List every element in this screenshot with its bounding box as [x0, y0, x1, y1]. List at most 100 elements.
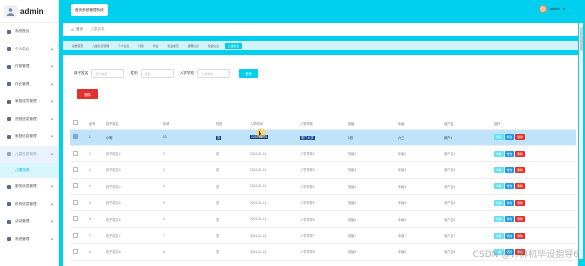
table-row[interactable]: 4 孩子姓名4 4 男 2024-01-13 入学学校4 班级4 年级4 用户名4 查看 修改 删除	[70, 178, 576, 196]
tab[interactable]: 个人信息	[115, 43, 132, 49]
home-button[interactable]: 首页系统管理系统	[71, 4, 108, 16]
user-icon	[7, 47, 11, 52]
table-cell: 1班	[345, 129, 395, 146]
sidebar-item-label: 活动管理	[15, 219, 30, 224]
username[interactable]: admin	[550, 7, 560, 11]
table-row[interactable]: 2 孩子姓名2 2 男 2024-01-13 入学学校2 班级2 年级2 用户名2 查看 修改 删除	[70, 145, 576, 163]
delete-button[interactable]: 删除	[515, 216, 525, 223]
table-row[interactable]: 1小明10男 2020-01-01厦门大学 1班六三用户1查看修改删除	[70, 129, 576, 146]
edit-button[interactable]: 修改	[504, 216, 515, 223]
column-header: 孩子姓名	[103, 118, 160, 130]
table-cell: 2024-01-13	[247, 145, 297, 163]
view-button[interactable]: 查看	[494, 134, 504, 141]
view-button[interactable]: 查看	[494, 183, 504, 190]
tab[interactable]: 家庭信息	[205, 43, 222, 49]
edit-button[interactable]: 修改	[504, 199, 515, 206]
breadcrumb-home[interactable]: 首页	[76, 27, 83, 32]
view-button[interactable]: 查看	[494, 232, 504, 239]
row-checkbox[interactable]	[73, 248, 78, 254]
sidebar-item[interactable]: 活动管理	[0, 213, 58, 231]
search-button[interactable]: 查询	[238, 69, 258, 78]
table-cell: 孩子姓名7	[103, 227, 160, 245]
name-filter-input[interactable]: 孩子姓名	[91, 69, 125, 78]
table-row[interactable]: 7 孩子姓名7 7 男 2024-01-13 入学学校7 班级7 年级7 用户名7 查看 修改 删除	[70, 227, 576, 245]
batch-delete-button[interactable]: 删除	[77, 89, 98, 99]
user-menu[interactable]: admin	[539, 5, 565, 13]
delete-button[interactable]: 删除	[515, 232, 525, 239]
edit-button[interactable]: 修改	[504, 166, 515, 173]
sidebar-item[interactable]: 进程信息管理	[0, 111, 58, 129]
table-row[interactable]: 3 孩子姓名3 3 男 2024-01-13 入学学校3 班级3 年级3 用户名3 查看 修改 删除	[70, 161, 576, 179]
delete-button[interactable]: 删除	[515, 166, 525, 173]
delete-button[interactable]: 删除	[515, 150, 525, 157]
edit-button[interactable]: 修改	[504, 134, 515, 141]
row-checkbox[interactable]	[73, 150, 78, 156]
pin-icon	[7, 99, 11, 104]
chevron-down-icon	[50, 202, 54, 205]
table-cell: 入学学校4	[297, 178, 345, 196]
row-checkbox[interactable]	[73, 134, 78, 140]
table-cell: 年级3	[395, 161, 441, 179]
row-checkbox[interactable]	[73, 166, 78, 172]
row-checkbox[interactable]	[73, 216, 78, 222]
sidebar-item-label: 儿童信息	[15, 168, 30, 172]
edit-button[interactable]: 修改	[504, 232, 515, 239]
tab[interactable]: 作业	[150, 43, 162, 49]
view-button[interactable]: 查看	[494, 216, 504, 223]
tab[interactable]: 家庭成员	[164, 43, 181, 49]
sidebar-item[interactable]: 个人中心	[0, 41, 58, 59]
chevron-down-icon	[50, 99, 54, 103]
gender-filter-input[interactable]: 性别	[140, 69, 174, 78]
tab[interactable]: 儿童信息	[225, 42, 243, 49]
column-header: 序号	[86, 118, 103, 130]
table-cell: 6	[86, 210, 103, 228]
delete-button[interactable]: 删除	[515, 134, 525, 141]
table-row[interactable]: 6 孩子姓名6 6 男 2024-01-13 入学学校6 班级6 年级6 用户名6 查看 修改 删除	[70, 210, 576, 228]
view-button[interactable]: 查看	[494, 150, 504, 157]
table-cell: 小明	[103, 129, 160, 146]
row-checkbox-cell	[70, 210, 86, 228]
scrollbar-thumb[interactable]	[579, 27, 583, 51]
scrollbar[interactable]	[579, 23, 583, 259]
avatar[interactable]	[539, 5, 548, 13]
table-row[interactable]: 5 孩子姓名5 5 男 2024-01-13 入学学校5 班级5 年级5 用户名5 查看 修改 删除	[70, 194, 576, 212]
sidebar-item[interactable]: 家庭成员管理	[0, 93, 58, 111]
sidebar-item[interactable]: 系统首页	[0, 23, 58, 41]
delete-button[interactable]: 删除	[515, 183, 525, 190]
select-all-checkbox[interactable]	[73, 120, 78, 126]
tab[interactable]: 进程信息	[185, 43, 202, 49]
sidebar-item[interactable]: 儿童信息	[0, 163, 58, 178]
chevron-down-icon	[50, 184, 54, 188]
sidebar-item[interactable]: 机构信息管理	[0, 196, 58, 214]
row-checkbox[interactable]	[73, 199, 78, 205]
table-cell: 4	[86, 178, 103, 196]
table-cell: 男	[213, 210, 247, 228]
chevron-down-icon[interactable]	[563, 8, 565, 10]
sidebar-item[interactable]: 服务信息管理	[0, 178, 58, 196]
school-filter-input[interactable]: 入学学校	[196, 69, 230, 78]
table-cell: 班级6	[345, 210, 395, 228]
edit-button[interactable]: 修改	[504, 183, 515, 190]
row-checkbox[interactable]	[73, 232, 78, 238]
sidebar-item-label: 服务信息管理	[15, 184, 37, 189]
table-cell: 10	[160, 129, 213, 146]
table-cell: 入学学校2	[297, 145, 345, 163]
tab[interactable]: 付款	[135, 43, 147, 49]
table-cell: 2024-01-13	[247, 210, 297, 228]
chevron-down-icon	[50, 117, 54, 120]
sidebar-item[interactable]: 系统管理	[0, 231, 58, 249]
view-button[interactable]: 查看	[494, 166, 504, 173]
sidebar-item[interactable]: 作业管理	[0, 76, 58, 94]
sidebar-item[interactable]: 儿童信息管理	[0, 145, 58, 163]
row-checkbox[interactable]	[73, 183, 78, 189]
tab[interactable]: 系统首页	[69, 43, 86, 49]
view-button[interactable]: 查看	[494, 199, 504, 206]
tab[interactable]: 儿童信息管理	[89, 43, 112, 49]
watermark: CSDN @计算机毕设指导6	[472, 250, 579, 260]
sidebar-item[interactable]: 付款管理	[0, 58, 58, 76]
delete-button[interactable]: 删除	[515, 199, 525, 206]
edit-button[interactable]: 修改	[504, 150, 515, 157]
table-cell: 2	[160, 145, 213, 163]
row-checkbox-cell	[70, 178, 86, 196]
sidebar-item[interactable]: 家庭信息管理	[0, 128, 58, 146]
